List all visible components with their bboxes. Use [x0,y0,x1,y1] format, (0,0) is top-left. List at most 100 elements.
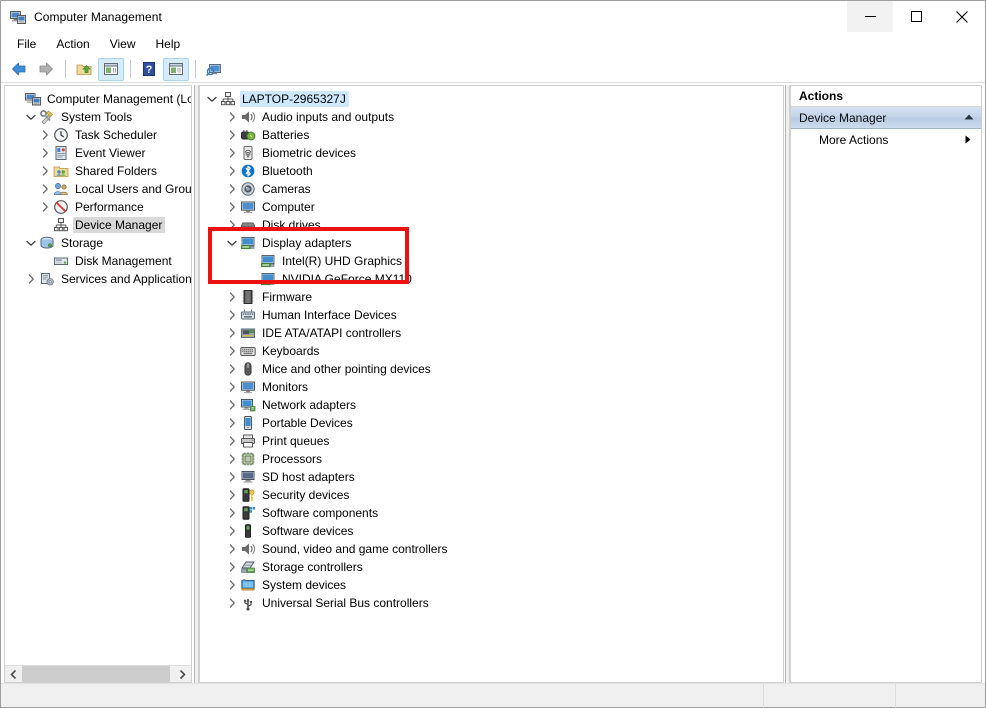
device-tree-item-row[interactable]: Network adapters [200,396,783,414]
device-tree-item-row[interactable]: Storage controllers [200,558,783,576]
twisty-expanded-icon[interactable] [23,234,39,252]
device-tree-item-row[interactable]: Cameras [200,180,783,198]
device-tree-item-row[interactable]: Keyboards [200,342,783,360]
twisty-collapsed-icon[interactable] [224,378,240,396]
scroll-right-button[interactable] [174,666,191,682]
twisty-collapsed-icon[interactable] [224,396,240,414]
twisty-collapsed-icon[interactable] [224,558,240,576]
scroll-thumb[interactable] [22,666,170,682]
left-splitter[interactable] [192,85,199,683]
show-hide-action-pane-button[interactable] [163,57,189,81]
twisty-collapsed-icon[interactable] [37,162,53,180]
twisty-collapsed-icon[interactable] [224,504,240,522]
twisty-collapsed-icon[interactable] [224,144,240,162]
twisty-collapsed-icon[interactable] [37,198,53,216]
device-tree-item-row[interactable]: Mice and other pointing devices [200,360,783,378]
device-tree-item-row[interactable]: Sound, video and game controllers [200,540,783,558]
device-tree-item-row[interactable]: Batteries [200,126,783,144]
close-button[interactable] [939,1,985,32]
menu-action[interactable]: Action [46,34,99,54]
device-tree-item-row[interactable]: Biometric devices [200,144,783,162]
console-tree-item-row[interactable]: Shared Folders [5,162,191,180]
menu-file[interactable]: File [7,34,46,54]
twisty-collapsed-icon[interactable] [224,450,240,468]
twisty-collapsed-icon[interactable] [37,144,53,162]
scroll-track[interactable] [22,666,174,682]
device-tree-item-row[interactable]: Intel(R) UHD Graphics [200,252,783,270]
device-tree-item-row[interactable]: Human Interface Devices [200,306,783,324]
twisty-collapsed-icon[interactable] [224,486,240,504]
device-tree-item-row[interactable]: SD host adapters [200,468,783,486]
console-tree-item-row[interactable]: Storage [5,234,191,252]
device-tree-item-row[interactable]: NVIDIA GeForce MX110 [200,270,783,288]
device-tree-item-row[interactable]: Audio inputs and outputs [200,108,783,126]
twisty-collapsed-icon[interactable] [224,576,240,594]
twisty-collapsed-icon[interactable] [224,162,240,180]
twisty-collapsed-icon[interactable] [224,594,240,612]
twisty-collapsed-icon[interactable] [224,324,240,342]
up-one-level-button[interactable] [71,58,97,81]
twisty-collapsed-icon[interactable] [37,126,53,144]
help-button[interactable]: ? [136,58,162,81]
minimize-button[interactable] [847,1,893,32]
device-tree-item-row[interactable]: Disk drives [200,216,783,234]
device-tree-item-row[interactable]: IDE ATA/ATAPI controllers [200,324,783,342]
device-tree-item-row[interactable]: Software devices [200,522,783,540]
console-tree-scroll[interactable]: Computer Management (Local System Tools Ta… [5,86,191,665]
actions-item-more-actions[interactable]: More Actions [791,129,981,151]
twisty-collapsed-icon[interactable] [224,342,240,360]
device-tree-item-row[interactable]: Software components [200,504,783,522]
device-tree-item-row[interactable]: Portable Devices [200,414,783,432]
device-tree-item-row[interactable]: Universal Serial Bus controllers [200,594,783,612]
device-tree-item-row[interactable]: Display adapters [200,234,783,252]
twisty-expanded-icon[interactable] [224,234,240,252]
device-tree-item-row[interactable]: Print queues [200,432,783,450]
console-tree-item-row[interactable]: Task Scheduler [5,126,191,144]
menu-help[interactable]: Help [146,34,191,54]
triangle-up-icon[interactable] [964,113,974,122]
maximize-button[interactable] [893,1,939,32]
console-tree-item-row[interactable]: Local Users and Groups [5,180,191,198]
twisty-expanded-icon[interactable] [204,90,220,108]
back-button[interactable] [6,58,32,81]
device-tree-item-row[interactable]: Monitors [200,378,783,396]
console-tree-item-row[interactable]: System Tools [5,108,191,126]
console-tree-item-row[interactable]: Performance [5,198,191,216]
device-tree-item-row[interactable]: Bluetooth [200,162,783,180]
twisty-collapsed-icon[interactable] [224,198,240,216]
device-tree-item-label: Software devices [262,524,354,538]
twisty-collapsed-icon[interactable] [224,216,240,234]
console-tree-item-row[interactable]: Disk Management [5,252,191,270]
twisty-collapsed-icon[interactable] [37,180,53,198]
console-tree-item-row[interactable]: Device Manager [5,216,191,234]
twisty-collapsed-icon[interactable] [224,126,240,144]
device-tree-item-row[interactable]: System devices [200,576,783,594]
device-tree-item-row[interactable]: Firmware [200,288,783,306]
twisty-collapsed-icon[interactable] [224,288,240,306]
forward-button[interactable] [33,58,59,81]
console-tree-item-row[interactable]: Computer Management (Local [5,90,191,108]
actions-group-device-manager[interactable]: Device Manager [791,107,981,129]
console-tree-item-row[interactable]: Services and Applications [5,270,191,288]
device-tree-item-row[interactable]: Security devices [200,486,783,504]
twisty-collapsed-icon[interactable] [224,180,240,198]
twisty-collapsed-icon[interactable] [224,306,240,324]
device-tree-item-row[interactable]: Processors [200,450,783,468]
twisty-collapsed-icon[interactable] [224,432,240,450]
twisty-collapsed-icon[interactable] [224,414,240,432]
console-tree-horizontal-scrollbar[interactable] [5,665,191,682]
twisty-collapsed-icon[interactable] [224,540,240,558]
scroll-left-button[interactable] [5,666,22,682]
device-tree-item-row[interactable]: Computer [200,198,783,216]
twisty-collapsed-icon[interactable] [224,360,240,378]
twisty-expanded-icon[interactable] [23,108,39,126]
twisty-collapsed-icon[interactable] [224,108,240,126]
menu-view[interactable]: View [100,34,146,54]
show-hide-console-tree-button[interactable] [98,57,124,81]
device-tree-item-row[interactable]: LAPTOP-2965327J [200,90,783,108]
twisty-collapsed-icon[interactable] [224,468,240,486]
twisty-collapsed-icon[interactable] [23,270,39,288]
twisty-collapsed-icon[interactable] [224,522,240,540]
properties-button[interactable] [201,58,227,81]
console-tree-item-row[interactable]: Event Viewer [5,144,191,162]
